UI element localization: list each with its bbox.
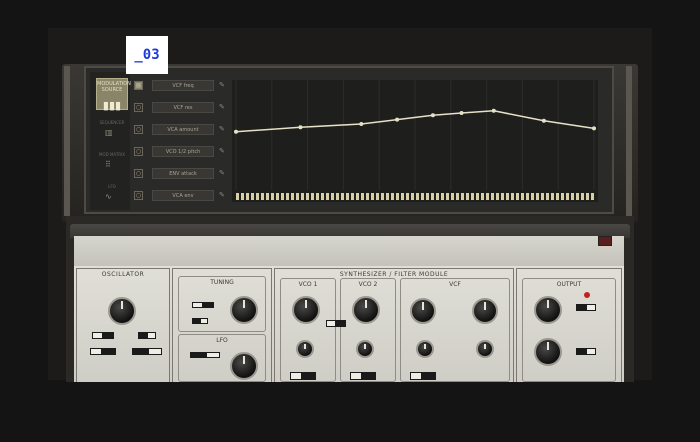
output-knob[interactable] [534,296,562,324]
curve-point[interactable] [395,117,400,122]
mod-row: ○ VCA env ✎ [134,190,230,202]
row-checkbox[interactable]: ○ [134,125,143,134]
row-checkbox[interactable]: ○ [134,147,143,156]
section-title: OUTPUT [556,281,582,288]
vco2-switch[interactable] [350,372,376,380]
vco2-small-knob[interactable] [356,340,374,358]
edit-icon[interactable]: ✎ [219,191,225,199]
mod-row: ■ VCF freq ✎ [134,80,230,92]
vco2-knob[interactable] [352,296,380,324]
output-led [584,292,590,298]
section-title: VCO 2 [358,281,378,288]
row-checkbox[interactable]: ■ [134,81,143,90]
oscillator-switch[interactable] [132,348,162,355]
vcf-small-knob[interactable] [416,340,434,358]
left-item-label: MOD MATRIX [99,152,125,157]
left-panel: MODULATION SOURCE ▮▮▮ SEQUENCER ▥ MOD MA… [90,72,131,210]
subsection-vcf: VCF [400,278,510,382]
curve-point[interactable] [430,113,435,118]
mod-row: ○ ENV attack ✎ [134,168,230,180]
subsection-vco2: VCO 2 [340,278,396,382]
module-header: SYNTHESIZER / FILTER MODULE [339,271,449,278]
oscillator-switch[interactable] [90,348,116,355]
bars-icon[interactable]: ▥ [105,128,113,137]
vcf-small-knob[interactable] [476,340,494,358]
screen-tag: _03 [126,36,168,74]
section-title: OSCILLATOR [101,271,145,278]
vcf-resonance-knob[interactable] [472,298,498,324]
vco1-knob[interactable] [292,296,320,324]
left-item-label: LFO [108,184,116,189]
lfo-switch[interactable] [190,352,220,358]
row-checkbox[interactable]: ○ [134,169,143,178]
step-keys[interactable] [236,193,596,200]
section-title: TUNING [210,279,234,286]
tuning-knob[interactable] [230,296,258,324]
synth-panel-header [74,236,624,266]
case-post-left [64,66,70,216]
curve-point[interactable] [359,122,364,126]
subsection-output: OUTPUT [522,278,616,382]
bars-icon: ▮▮▮ [102,99,122,112]
mod-row: ○ VCA amount ✎ [134,124,230,136]
mod-row: ○ VCO 1/2 pitch ✎ [134,146,230,158]
wave-icon[interactable]: ∿ [105,192,112,201]
row-checkbox[interactable]: ○ [134,103,143,112]
vco1-small-knob[interactable] [296,340,314,358]
row-select[interactable]: ENV attack [152,168,214,179]
preset-label: MODULATION SOURCE [97,81,131,93]
section-title: VCO 1 [298,281,318,288]
edit-icon[interactable]: ✎ [219,103,225,111]
oscillator-switch[interactable] [92,332,114,339]
row-select[interactable]: VCF res [152,102,214,113]
oscillator-knob[interactable] [108,297,136,325]
curve-point[interactable] [491,108,496,113]
tuning-switch[interactable] [192,302,214,308]
tuning-switch[interactable] [192,318,208,324]
modulation-graph[interactable] [232,80,598,202]
section-title: VCF [449,281,461,288]
curve-point[interactable] [298,125,303,130]
output-switch[interactable] [576,304,596,311]
curve-point[interactable] [459,111,464,115]
edit-icon[interactable]: ✎ [219,147,225,155]
preset-button[interactable]: MODULATION SOURCE ▮▮▮ [96,78,131,112]
vcf-cutoff-knob[interactable] [410,298,436,324]
oscillator-switch[interactable] [138,332,156,339]
power-button[interactable] [598,236,612,246]
subsection-vco1: VCO 1 [280,278,336,382]
graph-svg [234,80,596,190]
lfo-knob[interactable] [230,352,258,380]
edit-icon[interactable]: ✎ [219,169,225,177]
curve-point[interactable] [234,129,238,134]
vco1-switch[interactable] [290,372,316,380]
edit-icon[interactable]: ✎ [219,125,225,133]
row-select[interactable]: VCA amount [152,124,214,135]
section-title: LFO [216,337,228,344]
edit-icon[interactable]: ✎ [219,81,225,89]
row-select[interactable]: VCO 1/2 pitch [152,146,214,157]
row-checkbox[interactable]: ○ [134,191,143,200]
output-switch[interactable] [576,348,596,355]
vcf-switch[interactable] [410,372,436,380]
modulation-screen: MODULATION SOURCE ▮▮▮ SEQUENCER ▥ MOD MA… [84,66,614,214]
row-select[interactable]: VCF freq [152,80,214,91]
curve-point[interactable] [592,126,596,131]
left-item-label: SEQUENCER [99,120,125,125]
mod-row: ○ VCF res ✎ [134,102,230,114]
output-level-knob[interactable] [534,338,562,366]
case-post-right [626,66,632,216]
section-oscillator: OSCILLATOR [76,268,170,382]
vco-switch[interactable] [326,320,346,327]
curve-point[interactable] [541,118,546,123]
row-select[interactable]: VCA env [152,190,214,201]
grid-icon[interactable]: ⠿ [105,160,111,169]
